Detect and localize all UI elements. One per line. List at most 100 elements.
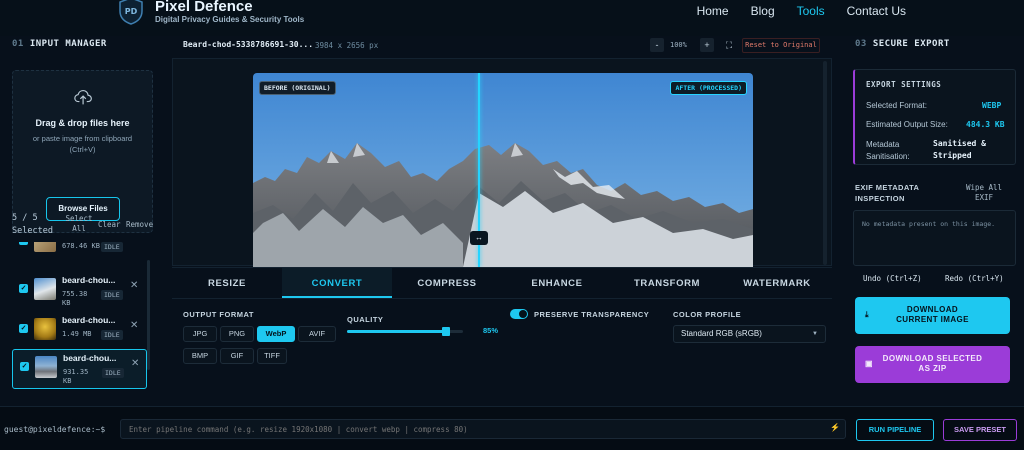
quality-value: 85% [483,326,499,335]
drop-zone[interactable]: Drag & drop files here or paste image fr… [12,70,153,233]
viewer-filename: Beard-chod-5338786691-30... [183,40,314,49]
viewer-toolbar: Beard-chod-5338786691-30... 3984 x 2656 … [172,36,832,58]
file-size: 1.49 MB [62,330,92,338]
format-gif-button[interactable]: GIF [220,348,254,364]
archive-icon: ▣ [865,359,873,368]
nav-contact[interactable]: Contact Us [847,4,906,18]
metadata-value: Sanitised & Stripped [933,139,986,160]
select-all-button[interactable]: Select All [65,214,93,234]
cloud-upload-icon [74,89,92,105]
zoom-in-button[interactable]: + [700,38,714,52]
terminal-prompt: guest@pixeldefence:~$ [4,425,106,434]
tool-tabs: RESIZE CONVERT COMPRESS ENHANCE TRANSFOR… [172,267,832,299]
file-status: IDLE [101,290,123,300]
nav-blog[interactable]: Blog [751,4,775,18]
before-after-preview[interactable]: ↔ BEFORE (ORIGINAL) AFTER (PROCESSED) [253,73,753,267]
secure-export-panel: 03 SECURE EXPORT EXPORT SETTINGS Selected… [842,36,1024,392]
output-format-label: OUTPUT FORMAT [183,310,254,319]
nav-tools[interactable]: Tools [797,4,825,18]
pipeline-command-input[interactable] [120,419,846,439]
color-profile-label: COLOR PROFILE [673,310,742,319]
file-row[interactable]: ✓ 678.46 KB IDLE ✕ [12,242,147,260]
file-checkbox[interactable]: ✓ [20,362,29,371]
color-profile-select[interactable]: Standard RGB (sRGB) ▼ [673,325,826,343]
tab-transform[interactable]: TRANSFORM [612,268,722,298]
close-icon[interactable]: ✕ [130,320,138,331]
format-jpg-button[interactable]: JPG [183,326,217,342]
fit-screen-icon[interactable]: ⛶ [722,38,736,52]
secure-export-title: 03 SECURE EXPORT [855,39,950,49]
zoom-level: 100% [670,41,687,49]
input-manager-panel: 01 INPUT MANAGER Drag & drop files here o… [0,36,164,392]
panel-number: 03 [855,39,867,49]
tab-watermark[interactable]: WATERMARK [722,268,832,298]
quality-thumb[interactable] [442,327,450,336]
zoom-out-button[interactable]: - [650,38,664,52]
metadata-label: Metadata Sanitisation: [866,140,910,161]
file-thumbnail [34,318,56,340]
file-checkbox[interactable]: ✓ [19,242,28,245]
save-preset-button[interactable]: SAVE PRESET [943,419,1017,441]
close-icon[interactable]: ✕ [130,280,138,291]
canvas-scrollbar[interactable] [823,61,827,265]
file-status: IDLE [101,330,123,340]
wipe-exif-button[interactable]: Wipe All EXIF [962,183,1006,203]
brand-tagline: Digital Privacy Guides & Security Tools [155,15,305,24]
quality-label: QUALITY [347,315,384,324]
exif-metadata-box: No metadata present on this image. [853,210,1016,266]
color-profile-value: Standard RGB (sRGB) [681,329,762,338]
download-current-button[interactable]: ⤓ DOWNLOAD CURRENT IMAGE [855,297,1010,334]
brand-name[interactable]: Pixel Defence [155,0,253,15]
file-name: beard-chou... [62,275,116,285]
file-name: beard-chou... [63,353,117,363]
reset-original-button[interactable]: Reset to Original [742,38,820,53]
quality-slider[interactable] [347,327,463,336]
file-size: 931.35 KB [63,368,89,385]
transparency-toggle[interactable] [510,309,528,319]
exif-message: No metadata present on this image. [862,220,996,228]
svg-text:PD: PD [125,7,138,16]
file-row[interactable]: ✓ beard-chou... 755.38 KB IDLE ✕ [12,272,147,308]
file-size: 755.38 KB [62,290,88,307]
run-pipeline-button[interactable]: RUN PIPELINE [856,419,934,441]
transparency-label: PRESERVE TRANSPARENCY [534,310,650,319]
format-bmp-button[interactable]: BMP [183,348,217,364]
file-thumbnail [35,356,57,378]
clear-button[interactable]: Clear [98,220,121,229]
download-icon: ⤓ [865,310,869,319]
file-row[interactable]: ✓ beard-chou... 1.49 MB IDLE ✕ [12,312,147,348]
format-avif-button[interactable]: AVIF [298,326,336,342]
quality-fill [347,330,446,333]
file-status: IDLE [101,242,123,252]
file-status: IDLE [102,368,124,378]
drop-subtitle: or paste image from clipboard (Ctrl+V) [32,134,133,154]
nav-home[interactable]: Home [697,4,729,18]
file-checkbox[interactable]: ✓ [19,284,28,293]
file-thumbnail [34,242,56,252]
panel-title-text: INPUT MANAGER [29,39,107,49]
format-png-button[interactable]: PNG [220,326,254,342]
tab-convert[interactable]: CONVERT [282,268,392,298]
tab-resize[interactable]: RESIZE [172,268,282,298]
download-zip-button[interactable]: ▣ DOWNLOAD SELECTED AS ZIP [855,346,1010,383]
tab-enhance[interactable]: ENHANCE [502,268,612,298]
undo-button[interactable]: Undo (Ctrl+Z) [863,274,922,283]
output-size-value: 484.3 KB [966,120,1005,129]
shield-logo-icon[interactable]: PD [118,0,144,25]
input-manager-title: 01 INPUT MANAGER [12,39,107,49]
panel-title-text: SECURE EXPORT [872,39,950,49]
file-checkbox[interactable]: ✓ [19,324,28,333]
close-icon[interactable]: ✕ [130,242,138,243]
format-tiff-button[interactable]: TIFF [257,348,287,364]
redo-button[interactable]: Redo (Ctrl+Y) [945,274,1004,283]
remove-button[interactable]: Remove [126,220,153,229]
compare-handle-icon[interactable]: ↔ [470,231,488,245]
site-header: PD Pixel Defence Digital Privacy Guides … [0,0,1024,36]
download-zip-label: DOWNLOAD SELECTED AS ZIP [882,354,983,373]
format-webp-button[interactable]: WebP [257,326,295,342]
file-row-active[interactable]: ✓ beard-chou... 931.35 KB IDLE ✕ [12,349,147,389]
close-icon[interactable]: ✕ [131,358,139,369]
file-list-scrollbar[interactable] [147,260,150,370]
tab-compress[interactable]: COMPRESS [392,268,502,298]
drop-title: Drag & drop files here [35,118,130,128]
